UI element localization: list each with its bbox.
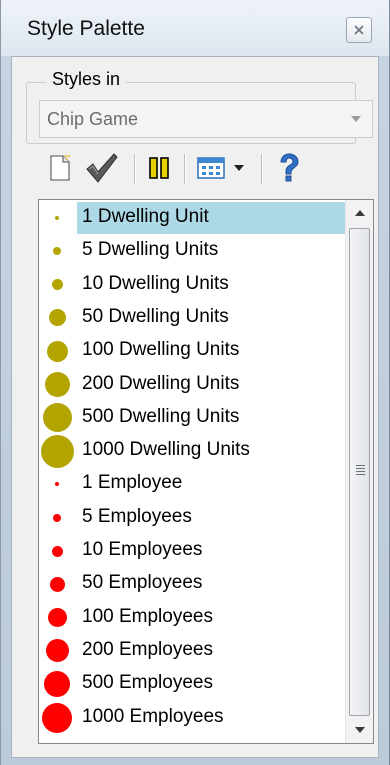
style-palette-window: Style Palette Styles in Chip Game 1 Dwel… bbox=[0, 0, 390, 765]
list-item-label: 5 Employees bbox=[82, 505, 192, 527]
list-item[interactable]: 50 Dwelling Units bbox=[39, 301, 345, 334]
style-symbol-icon bbox=[44, 372, 70, 397]
apply-check-icon bbox=[86, 153, 118, 183]
grip-icon bbox=[356, 465, 365, 466]
columns-icon bbox=[149, 157, 169, 179]
list-item[interactable]: 1000 Employees bbox=[39, 701, 345, 734]
columns-button[interactable] bbox=[145, 150, 173, 186]
style-list[interactable]: 1 Dwelling Unit 5 Dwelling Units 10 Dwelli… bbox=[38, 199, 374, 744]
list-item[interactable]: 5 Employees bbox=[39, 501, 345, 534]
arrow-down-icon bbox=[355, 727, 365, 733]
list-item[interactable]: 50 Employees bbox=[39, 567, 345, 600]
list-item-label: 200 Employees bbox=[82, 638, 213, 660]
style-symbol-icon bbox=[55, 216, 59, 220]
close-button[interactable] bbox=[346, 17, 372, 43]
style-set-dropdown[interactable]: Chip Game bbox=[39, 100, 373, 138]
toolbar-separator bbox=[184, 154, 186, 184]
style-symbol-icon bbox=[53, 513, 61, 522]
list-item[interactable]: 1 Employee bbox=[39, 467, 345, 500]
style-symbol-icon bbox=[48, 309, 66, 327]
list-item[interactable]: 10 Dwelling Units bbox=[39, 268, 345, 301]
list-item-label: 5 Dwelling Units bbox=[82, 239, 219, 261]
list-item-label: 200 Dwelling Units bbox=[82, 372, 240, 394]
list-item[interactable]: 200 Employees bbox=[39, 634, 345, 667]
style-symbol-icon bbox=[46, 340, 68, 362]
title-bar[interactable]: Style Palette bbox=[1, 0, 389, 56]
scroll-thumb[interactable] bbox=[349, 228, 370, 716]
list-item-label: 50 Dwelling Units bbox=[82, 305, 229, 327]
list-item-label: 1000 Employees bbox=[82, 705, 224, 727]
list-item-label: 500 Employees bbox=[82, 672, 213, 694]
list-item-label: 1 Dwelling Unit bbox=[82, 206, 209, 227]
list-item[interactable]: 500 Employees bbox=[39, 667, 345, 700]
style-symbol-icon bbox=[53, 247, 61, 256]
style-symbol-icon bbox=[47, 608, 67, 628]
style-symbol-icon bbox=[49, 576, 65, 592]
toolbar-separator bbox=[261, 154, 263, 184]
list-item[interactable]: 10 Employees bbox=[39, 534, 345, 567]
style-symbol-icon bbox=[42, 702, 72, 733]
view-options-button[interactable] bbox=[195, 150, 247, 186]
list-item-label: 50 Employees bbox=[82, 572, 203, 594]
new-style-icon bbox=[50, 154, 71, 181]
list-item[interactable]: 500 Dwelling Units bbox=[39, 401, 345, 434]
scroll-up-button[interactable] bbox=[346, 200, 373, 226]
toolbar-separator bbox=[134, 154, 136, 184]
window-title: Style Palette bbox=[27, 17, 145, 40]
list-item[interactable]: 100 Dwelling Units bbox=[39, 334, 345, 367]
toolbar bbox=[39, 150, 373, 190]
list-item[interactable]: 5 Dwelling Units bbox=[39, 234, 345, 267]
list-item-label: 1000 Dwelling Units bbox=[82, 439, 250, 461]
list-item[interactable]: 1 Dwelling Unit bbox=[39, 201, 345, 234]
style-symbol-icon bbox=[55, 482, 59, 487]
chevron-down-icon bbox=[234, 165, 244, 171]
list-item-label: 10 Employees bbox=[82, 539, 203, 560]
list-item[interactable]: 1000 Dwelling Units bbox=[39, 434, 345, 468]
list-item[interactable]: 200 Dwelling Units bbox=[39, 368, 345, 401]
style-symbol-icon bbox=[45, 639, 69, 663]
view-options-icon bbox=[197, 157, 225, 179]
style-symbol-icon bbox=[42, 403, 72, 433]
apply-style-button[interactable] bbox=[83, 150, 121, 186]
chevron-down-icon bbox=[351, 116, 361, 122]
new-style-button[interactable] bbox=[45, 150, 75, 186]
list-item-label: 100 Employees bbox=[82, 605, 213, 627]
style-symbol-icon bbox=[51, 279, 63, 291]
arrow-up-icon bbox=[355, 210, 365, 216]
close-icon bbox=[354, 25, 364, 35]
scroll-down-button[interactable] bbox=[346, 717, 373, 743]
style-set-value: Chip Game bbox=[47, 109, 139, 129]
list-item-label: 10 Dwelling Units bbox=[82, 272, 229, 294]
vertical-scrollbar[interactable] bbox=[345, 200, 373, 743]
list-item[interactable]: 100 Employees bbox=[39, 601, 345, 634]
list-item-label: 500 Dwelling Units bbox=[82, 405, 240, 427]
help-icon bbox=[280, 153, 299, 182]
list-item-label: 1 Employee bbox=[82, 472, 183, 494]
list-item-label: 100 Dwelling Units bbox=[82, 339, 240, 361]
style-symbol-icon bbox=[44, 671, 70, 698]
style-symbol-icon bbox=[51, 545, 63, 557]
style-symbol-icon bbox=[40, 434, 74, 468]
styles-in-label: Styles in bbox=[46, 69, 127, 90]
help-button[interactable] bbox=[275, 150, 303, 186]
